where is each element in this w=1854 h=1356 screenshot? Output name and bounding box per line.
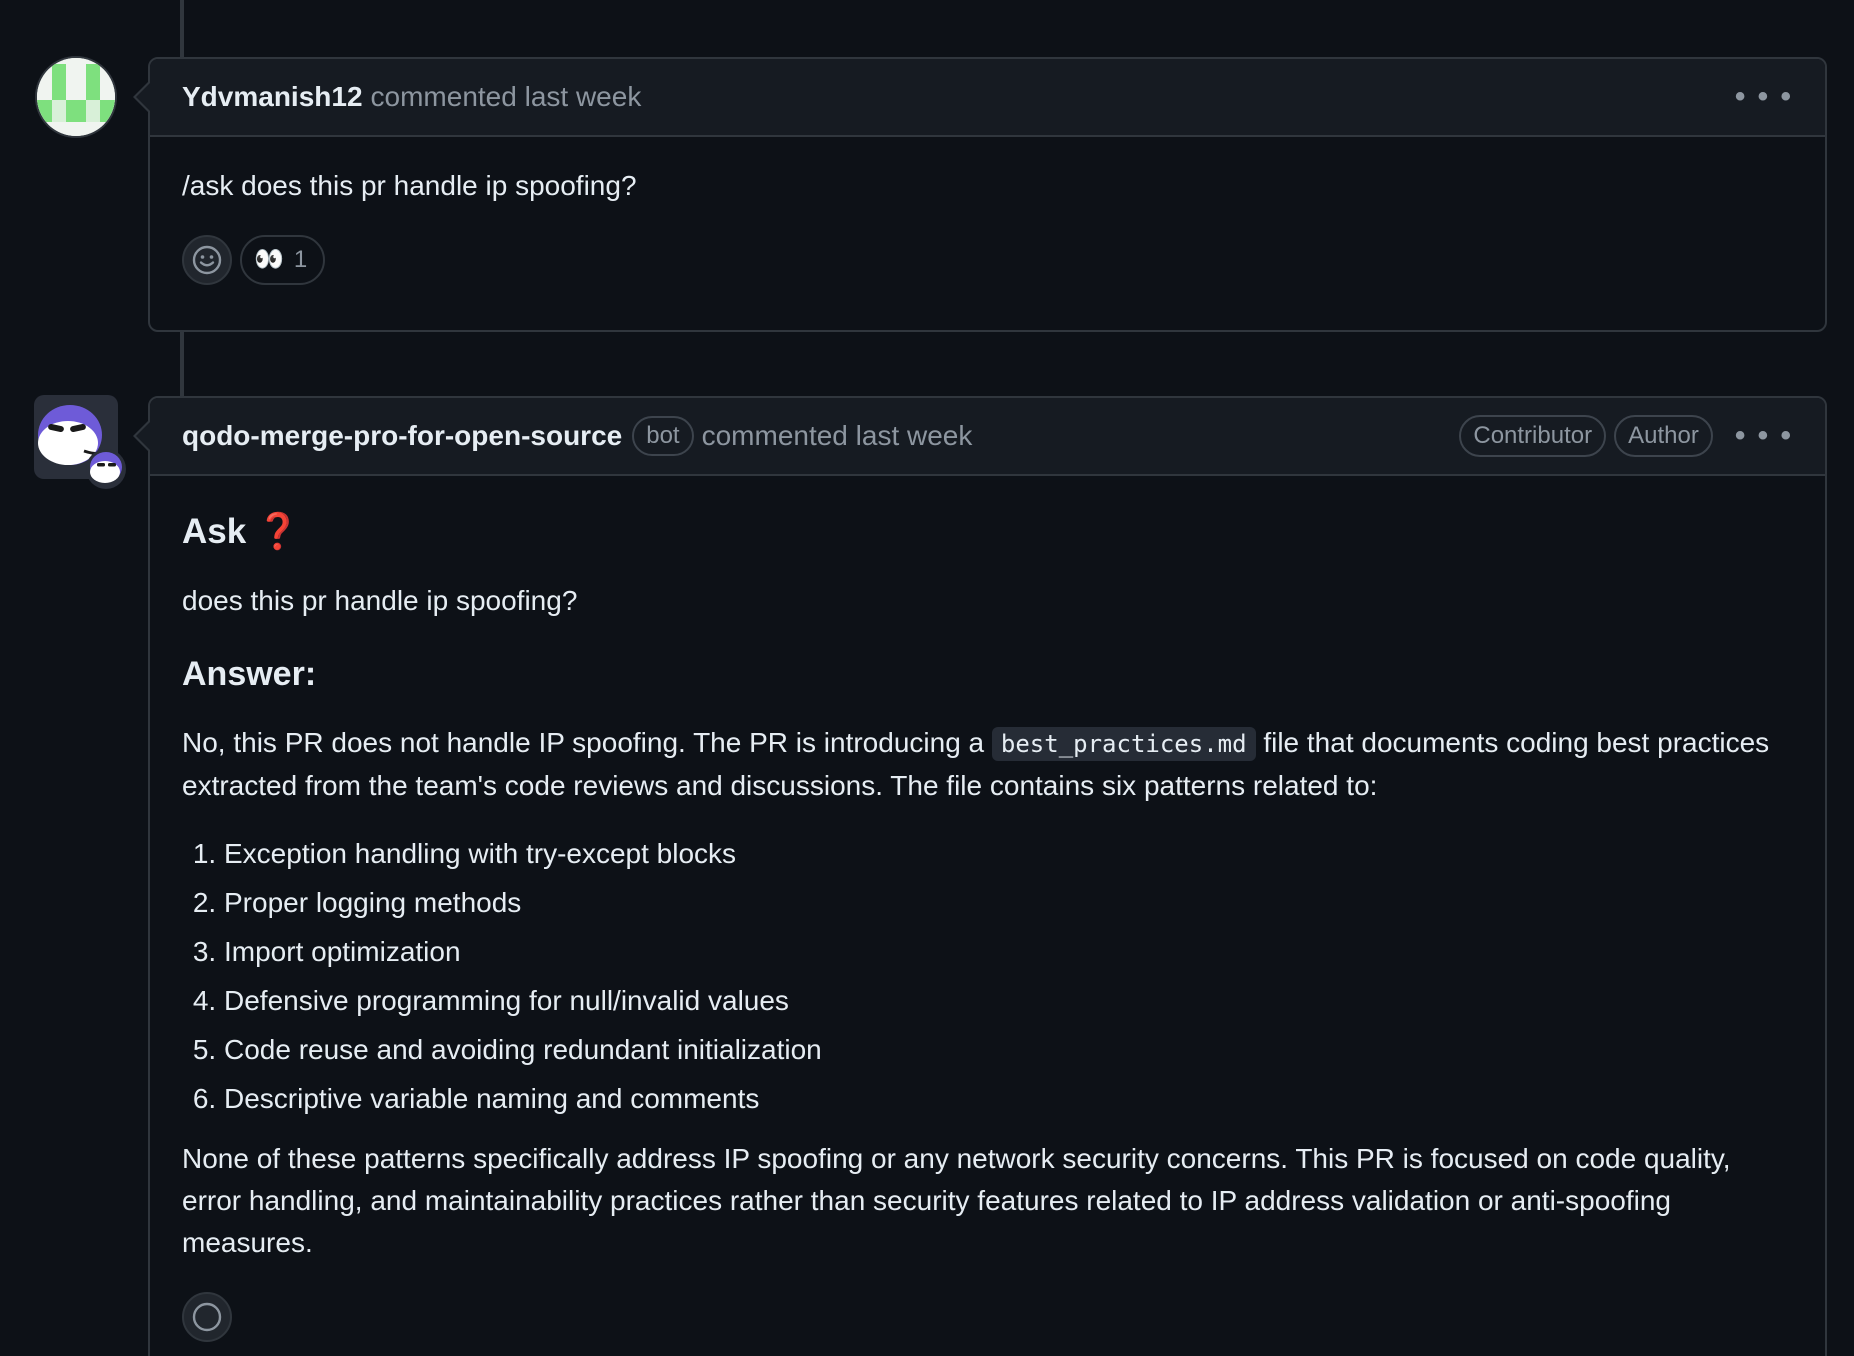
- list-item: Code reuse and avoiding redundant initia…: [224, 1029, 1793, 1071]
- kebab-icon[interactable]: • • •: [1735, 82, 1793, 112]
- question-mark-icon: ❓: [255, 512, 300, 551]
- eyes-emoji: 👀: [254, 246, 284, 273]
- ask-heading: Ask ❓: [182, 510, 1793, 554]
- answer-intro: No, this PR does not handle IP spoofing.…: [182, 722, 1793, 807]
- smiley-icon: [192, 1302, 222, 1332]
- smiley-icon: [192, 245, 222, 275]
- patterns-list: Exception handling with try-except block…: [182, 833, 1793, 1120]
- comment-author-link[interactable]: qodo-merge-pro-for-open-source: [182, 420, 622, 452]
- comment-card: Ydvmanish12 commented last week • • • /a…: [133, 57, 1827, 332]
- comment-timestamp[interactable]: commented last week: [702, 420, 973, 452]
- list-item: Import optimization: [224, 931, 1793, 973]
- bot-avatar[interactable]: [34, 395, 126, 489]
- add-reaction-button[interactable]: [182, 235, 232, 285]
- list-item: Exception handling with try-except block…: [224, 833, 1793, 875]
- user-avatar[interactable]: [35, 56, 117, 138]
- author-badge[interactable]: Author: [1614, 415, 1713, 457]
- identicon-icon: [37, 58, 115, 136]
- comment-header: Ydvmanish12 commented last week • • •: [133, 59, 1825, 137]
- eyes-reaction-button[interactable]: 👀 1: [240, 235, 326, 285]
- comment-text: /ask does this pr handle ip spoofing?: [182, 170, 637, 201]
- add-reaction-button[interactable]: [182, 1292, 232, 1342]
- timeline-line: [180, 330, 184, 398]
- kebab-icon[interactable]: • • •: [1735, 421, 1793, 451]
- comment-body: Ask ❓ does this pr handle ip spoofing? A…: [150, 476, 1825, 1356]
- contributor-badge[interactable]: Contributor: [1459, 415, 1607, 457]
- ask-title: Ask: [182, 512, 247, 551]
- list-item: Defensive programming for null/invalid v…: [224, 980, 1793, 1022]
- comment-header: qodo-merge-pro-for-open-source bot comme…: [133, 398, 1825, 476]
- list-item: Proper logging methods: [224, 882, 1793, 924]
- list-item: Descriptive variable naming and comments: [224, 1078, 1793, 1120]
- pr-conversation-timeline: Ydvmanish12 commented last week • • • /a…: [0, 0, 1854, 1356]
- bot-badge: bot: [632, 416, 694, 456]
- comment-card: qodo-merge-pro-for-open-source bot comme…: [133, 396, 1827, 1356]
- comment-author-link[interactable]: Ydvmanish12: [182, 81, 363, 113]
- inline-code: best_practices.md: [991, 727, 1256, 761]
- question-text: does this pr handle ip spoofing?: [182, 585, 578, 616]
- comment-timestamp[interactable]: commented last week: [371, 81, 642, 113]
- reaction-count: 1: [293, 246, 308, 273]
- comment-body: /ask does this pr handle ip spoofing? 👀 …: [150, 137, 1825, 305]
- answer-heading: Answer:: [182, 655, 317, 693]
- answer-intro-text: No, this PR does not handle IP spoofing.…: [182, 727, 992, 758]
- timeline-line: [180, 0, 184, 58]
- reactions-bar: 👀 1: [182, 235, 1793, 285]
- qodo-mascot-icon: [38, 405, 126, 489]
- comment-caret: [133, 420, 150, 452]
- answer-conclusion: None of these patterns specifically addr…: [182, 1143, 1731, 1258]
- comment-caret: [133, 81, 150, 113]
